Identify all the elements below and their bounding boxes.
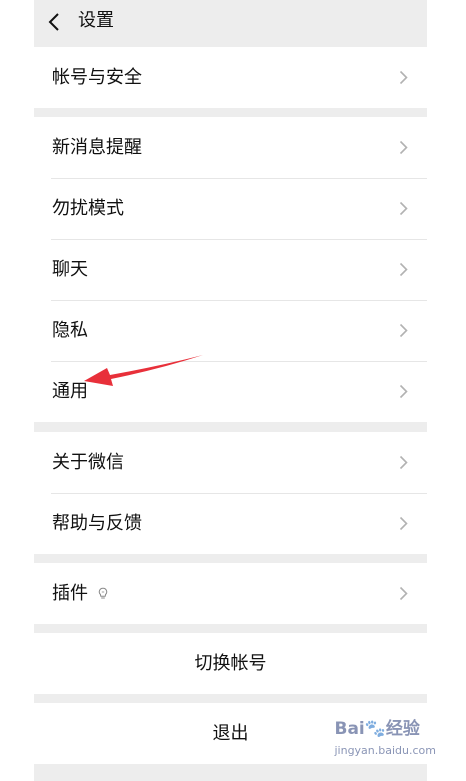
settings-item-label: 聊天 bbox=[52, 259, 88, 280]
lightbulb-icon bbox=[98, 587, 108, 599]
settings-item-notifications[interactable]: 新消息提醒 bbox=[34, 117, 427, 178]
settings-item-privacy[interactable]: 隐私 bbox=[34, 300, 427, 361]
settings-group-plugins: 插件 bbox=[34, 563, 427, 624]
settings-item-label: 帐号与安全 bbox=[52, 67, 142, 88]
chevron-right-icon bbox=[399, 516, 408, 531]
settings-item-general[interactable]: 通用 bbox=[34, 361, 427, 422]
chevron-right-icon bbox=[399, 586, 408, 601]
chevron-left-icon[interactable] bbox=[46, 11, 62, 33]
settings-screen: 设置 帐号与安全 新消息提醒 勿扰模式 聊天 隐私 通用 关于微信 帮助与反馈 … bbox=[34, 0, 427, 781]
settings-group-about: 关于微信 帮助与反馈 bbox=[34, 432, 427, 554]
settings-item-label: 通用 bbox=[52, 381, 88, 402]
settings-item-label: 新消息提醒 bbox=[52, 137, 142, 158]
chevron-right-icon bbox=[399, 323, 408, 338]
settings-item-label: 勿扰模式 bbox=[52, 198, 124, 219]
settings-item-chat[interactable]: 聊天 bbox=[34, 239, 427, 300]
chevron-right-icon bbox=[399, 140, 408, 155]
switch-account-group: 切换帐号 bbox=[34, 633, 427, 694]
chevron-right-icon bbox=[399, 70, 408, 85]
settings-group-main: 新消息提醒 勿扰模式 聊天 隐私 通用 bbox=[34, 117, 427, 422]
watermark-suffix: 经验 bbox=[385, 719, 420, 739]
settings-item-label: 关于微信 bbox=[52, 452, 124, 473]
settings-group-account: 帐号与安全 bbox=[34, 47, 427, 108]
settings-item-label: 隐私 bbox=[52, 320, 88, 341]
chevron-right-icon bbox=[399, 384, 408, 399]
page-title: 设置 bbox=[78, 10, 114, 31]
settings-item-plugins[interactable]: 插件 bbox=[34, 563, 427, 624]
chevron-right-icon bbox=[399, 201, 408, 216]
settings-item-about[interactable]: 关于微信 bbox=[34, 432, 427, 493]
chevron-right-icon bbox=[399, 262, 408, 277]
settings-item-do-not-disturb[interactable]: 勿扰模式 bbox=[34, 178, 427, 239]
paw-icon: 🐾 bbox=[364, 719, 386, 739]
top-bar: 设置 bbox=[34, 0, 427, 46]
switch-account-button[interactable]: 切换帐号 bbox=[34, 633, 427, 694]
watermark: Bai🐾经验 jingyan.baidu.com bbox=[334, 714, 436, 759]
watermark-brand: Bai bbox=[334, 719, 365, 739]
chevron-right-icon bbox=[399, 455, 408, 470]
settings-item-label: 帮助与反馈 bbox=[52, 513, 142, 534]
watermark-sub: jingyan.baidu.com bbox=[334, 744, 436, 757]
settings-item-label: 插件 bbox=[52, 583, 88, 604]
settings-item-account-security[interactable]: 帐号与安全 bbox=[34, 47, 427, 108]
settings-item-help-feedback[interactable]: 帮助与反馈 bbox=[34, 493, 427, 554]
